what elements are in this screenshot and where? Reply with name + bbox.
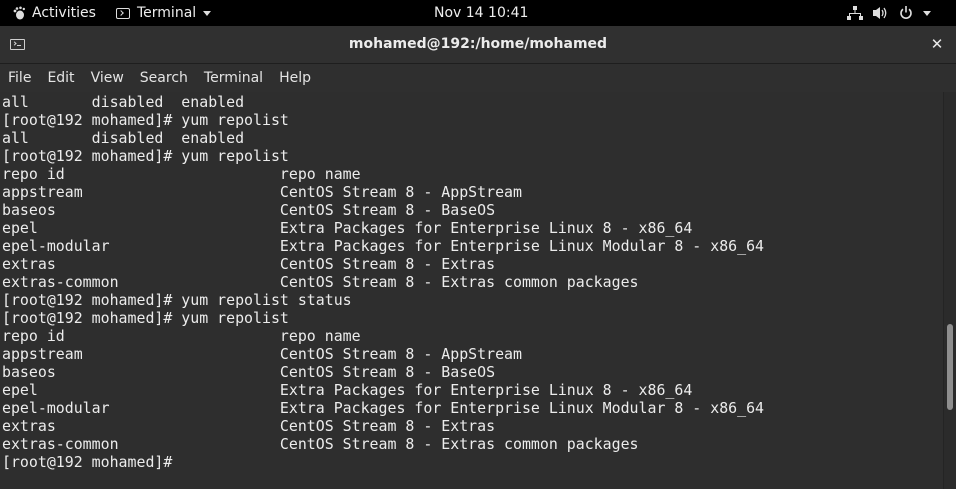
terminal-line: extras CentOS Stream 8 - Extras (2, 417, 496, 435)
terminal-line: appstream CentOS Stream 8 - AppStream (2, 345, 522, 363)
app-menu-label: Terminal (137, 5, 197, 21)
terminal-line: [root@192 mohamed]# yum repolist (2, 147, 289, 165)
terminal-line: baseos CentOS Stream 8 - BaseOS (2, 363, 496, 381)
text-cursor (181, 454, 190, 470)
terminal-line: epel-modular Extra Packages for Enterpri… (2, 237, 765, 255)
window-title: mohamed@192:/home/mohamed (348, 36, 608, 52)
scrollbar[interactable] (943, 92, 956, 489)
chevron-down-icon (203, 10, 212, 16)
menu-terminal[interactable]: Terminal (196, 64, 271, 92)
terminal-icon (116, 7, 130, 19)
terminal-line: repo id repo name (2, 165, 361, 183)
menu-bar: File Edit View Search Terminal Help (0, 64, 956, 92)
menu-edit[interactable]: Edit (39, 64, 82, 92)
close-button[interactable]: ✕ (928, 35, 946, 53)
app-menu-button[interactable]: Terminal (116, 0, 212, 26)
terminal-line: [root@192 mohamed]# yum repolist (2, 309, 289, 327)
terminal-line: repo id repo name (2, 327, 361, 345)
menu-view[interactable]: View (83, 64, 132, 92)
menu-search[interactable]: Search (132, 64, 196, 92)
terminal-line: epel Extra Packages for Enterprise Linux… (2, 381, 693, 399)
network-icon (847, 6, 863, 20)
terminal-output: all disabled enabled [root@192 mohamed]# … (2, 93, 764, 471)
terminal-line: extras-common CentOS Stream 8 - Extras c… (2, 435, 639, 453)
terminal-viewport[interactable]: all disabled enabled [root@192 mohamed]# … (0, 92, 943, 489)
terminal-line: baseos CentOS Stream 8 - BaseOS (2, 201, 496, 219)
terminal-line: appstream CentOS Stream 8 - AppStream (2, 183, 522, 201)
terminal-line: extras-common CentOS Stream 8 - Extras c… (2, 273, 639, 291)
chevron-down-icon (923, 10, 931, 16)
terminal-line: [root@192 mohamed]# yum repolist (2, 111, 289, 129)
terminal-prompt-line: [root@192 mohamed]# (2, 453, 764, 471)
volume-icon (873, 7, 887, 19)
power-icon (900, 6, 912, 19)
activities-button[interactable]: Activities (12, 0, 96, 26)
scrollbar-thumb[interactable] (947, 324, 953, 410)
terminal-line: [root@192 mohamed]# yum repolist status (2, 291, 352, 309)
menu-help[interactable]: Help (271, 64, 319, 92)
terminal-line: all disabled enabled (2, 129, 245, 147)
system-menu-button[interactable] (847, 0, 931, 26)
activities-label: Activities (32, 5, 96, 21)
clock[interactable]: Nov 14 10:41 (434, 0, 528, 26)
terminal-line: extras CentOS Stream 8 - Extras (2, 255, 496, 273)
menu-file[interactable]: File (0, 64, 39, 92)
terminal-line: all disabled enabled (2, 93, 245, 111)
gnome-foot-icon (13, 6, 25, 20)
terminal-line: epel Extra Packages for Enterprise Linux… (2, 219, 693, 237)
top-bar: Activities Terminal Nov 14 10:41 (0, 0, 956, 26)
terminal-line: epel-modular Extra Packages for Enterpri… (2, 399, 765, 417)
window-titlebar[interactable]: mohamed@192:/home/mohamed ✕ (0, 26, 956, 64)
